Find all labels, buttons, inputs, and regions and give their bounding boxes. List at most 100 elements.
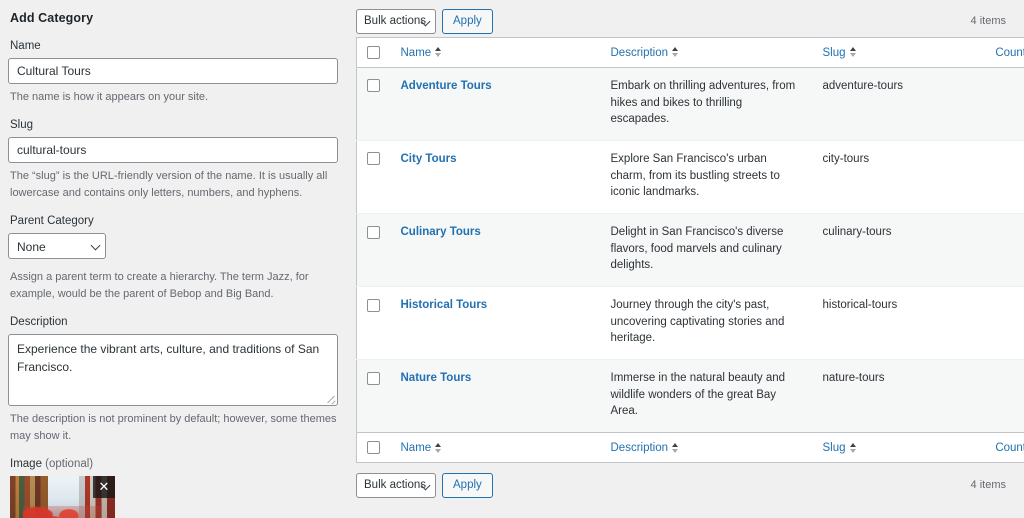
slug-label: Slug [10, 119, 34, 132]
field-name: Name The name is how it appears on your … [8, 39, 338, 105]
description-textarea-wrap: Experience the vibrant arts, culture, an… [8, 334, 338, 407]
categories-table: Name Description Slug Count Adventure To… [356, 37, 1024, 464]
field-description: Description Experience the vibrant arts,… [8, 315, 338, 444]
column-header-description-label-top[interactable]: Description [611, 47, 669, 59]
row-checkbox[interactable] [367, 225, 380, 239]
table-row: Adventure Tours Embark on thrilling adven… [356, 67, 1024, 141]
row-select-cell [356, 213, 391, 287]
category-name-link[interactable]: Adventure Tours [401, 80, 492, 92]
column-header-name-label-top[interactable]: Name [401, 47, 432, 59]
column-header-count-label-top[interactable]: Count [995, 47, 1024, 59]
column-header-slug-label-top[interactable]: Slug [823, 47, 846, 59]
row-description-cell: Embark on thrilling adventures, from hik… [610, 80, 796, 126]
image-thumbnail[interactable]: ✕ [10, 476, 115, 518]
column-header-count-bottom[interactable]: Count [972, 432, 1024, 463]
row-description-cell: Delight in San Francisco's diverse flavo… [600, 213, 813, 287]
row-select-cell [356, 286, 391, 360]
sort-arrows-icon[interactable] [435, 442, 442, 453]
column-header-slug-bottom[interactable]: Slug [812, 432, 973, 463]
sort-arrows-icon[interactable] [849, 442, 856, 453]
lanterns-overlay [22, 505, 103, 518]
row-name-cell: Culinary Tours [390, 213, 601, 287]
row-count-cell: 0 [972, 359, 1024, 433]
field-slug: Slug The “slug” is the URL-friendly vers… [8, 118, 338, 201]
row-checkbox[interactable] [367, 371, 380, 385]
column-header-slug-label-bottom[interactable]: Slug [823, 442, 846, 454]
description-help: The description is not prominent by defa… [10, 413, 337, 442]
row-slug-cell: adventure-tours [822, 80, 904, 92]
table-row: City Tours Explore San Francisco's urban … [356, 140, 1024, 214]
sort-arrows-icon[interactable] [672, 442, 679, 453]
row-name-cell: Adventure Tours [391, 68, 601, 141]
column-header-name-bottom[interactable]: Name [390, 432, 601, 463]
column-header-slug-top[interactable]: Slug [812, 37, 973, 68]
column-header-name-top[interactable]: Name [390, 37, 601, 68]
parent-category-label: Parent Category [10, 215, 94, 228]
sort-arrows-icon[interactable] [435, 47, 442, 58]
column-header-description-top[interactable]: Description [600, 37, 813, 68]
row-checkbox[interactable] [367, 298, 380, 312]
table-head: Name Description Slug Count [356, 37, 1024, 68]
items-count-bottom: 4 items [970, 479, 1006, 492]
slug-input[interactable] [8, 137, 338, 164]
column-header-description-label-bottom[interactable]: Description [611, 442, 669, 454]
table-row: Culinary Tours Delight in San Francisco's… [356, 213, 1024, 287]
row-count-cell: 0 [972, 213, 1024, 287]
column-header-name-label-bottom[interactable]: Name [401, 442, 432, 454]
sort-arrows-icon[interactable] [849, 47, 856, 58]
sort-arrows-icon[interactable] [672, 47, 679, 58]
column-header-count-top[interactable]: Count [972, 37, 1024, 68]
image-label-optional: (optional) [45, 458, 94, 471]
remove-image-button[interactable]: ✕ [93, 476, 115, 499]
description-textarea[interactable]: Experience the vibrant arts, culture, an… [8, 334, 338, 407]
row-slug-cell: city-tours [812, 140, 973, 214]
parent-category-value: None [8, 233, 106, 260]
table-header-row: Name Description Slug Count [356, 37, 1024, 68]
category-name-link[interactable]: Culinary Tours [401, 226, 481, 238]
row-description-cell: Explore San Francisco's urban charm, fro… [600, 140, 813, 214]
row-slug-cell: nature-tours [812, 359, 973, 433]
name-input[interactable] [8, 57, 338, 84]
bulk-actions-value-bottom: Bulk actions [356, 472, 436, 498]
name-label: Name [10, 40, 41, 52]
table-foot: Name Description Slug Count [356, 432, 1024, 463]
parent-category-help: Assign a parent term to create a hierarc… [10, 271, 309, 300]
select-all-checkbox-top[interactable] [367, 46, 380, 59]
row-count-cell: 0 [972, 140, 1024, 214]
table-body: Adventure Tours Embark on thrilling adven… [356, 67, 1024, 433]
column-header-description-bottom[interactable]: Description [600, 432, 813, 463]
description-label: Description [10, 316, 68, 329]
category-name-link[interactable]: City Tours [401, 153, 457, 165]
parent-category-select[interactable]: None [8, 233, 106, 260]
row-select-cell [357, 68, 391, 141]
field-parent-category: Parent Category None Assign a parent ter… [8, 214, 338, 302]
row-count-cell: 0 [973, 68, 1024, 141]
apply-button-bottom[interactable]: Apply [442, 472, 493, 498]
category-name-link[interactable]: Historical Tours [401, 299, 488, 311]
field-image: Image (optional) ✕ Select Image [8, 457, 338, 518]
table-footer-row: Name Description Slug Count [356, 432, 1024, 463]
bulk-actions-value-top: Bulk actions [356, 8, 436, 34]
bulk-actions-select-bottom[interactable]: Bulk actions [356, 472, 436, 498]
image-label-text: Image [10, 458, 42, 471]
category-name-link[interactable]: Nature Tours [401, 372, 472, 384]
items-count-top: 4 items [970, 15, 1006, 27]
add-category-form: Add Category Name The name is how it app… [0, 0, 352, 518]
bulk-actions-select-top[interactable]: Bulk actions [356, 8, 436, 34]
row-checkbox[interactable] [367, 152, 380, 166]
select-all-header-top [356, 37, 391, 68]
column-header-count-label-bottom[interactable]: Count [995, 442, 1024, 454]
table-row: Historical Tours Journey through the city… [356, 286, 1024, 360]
image-label: Image (optional) [10, 457, 338, 472]
row-description-cell: Immerse in the natural beauty and wildli… [600, 359, 813, 433]
row-count-cell: 0 [972, 286, 1024, 360]
row-select-cell [356, 140, 391, 214]
slug-help: The “slug” is the URL-friendly version o… [10, 170, 328, 199]
row-description-cell: Journey through the city's past, uncover… [600, 286, 813, 360]
row-name-cell: Historical Tours [390, 286, 601, 360]
apply-button-top[interactable]: Apply [442, 8, 493, 34]
select-all-checkbox-bottom[interactable] [367, 441, 380, 455]
table-toolbar-bottom: Bulk actions Apply 4 items [356, 469, 1006, 501]
row-checkbox[interactable] [367, 79, 380, 93]
admin-screen: Add Category Name The name is how it app… [0, 0, 1024, 518]
